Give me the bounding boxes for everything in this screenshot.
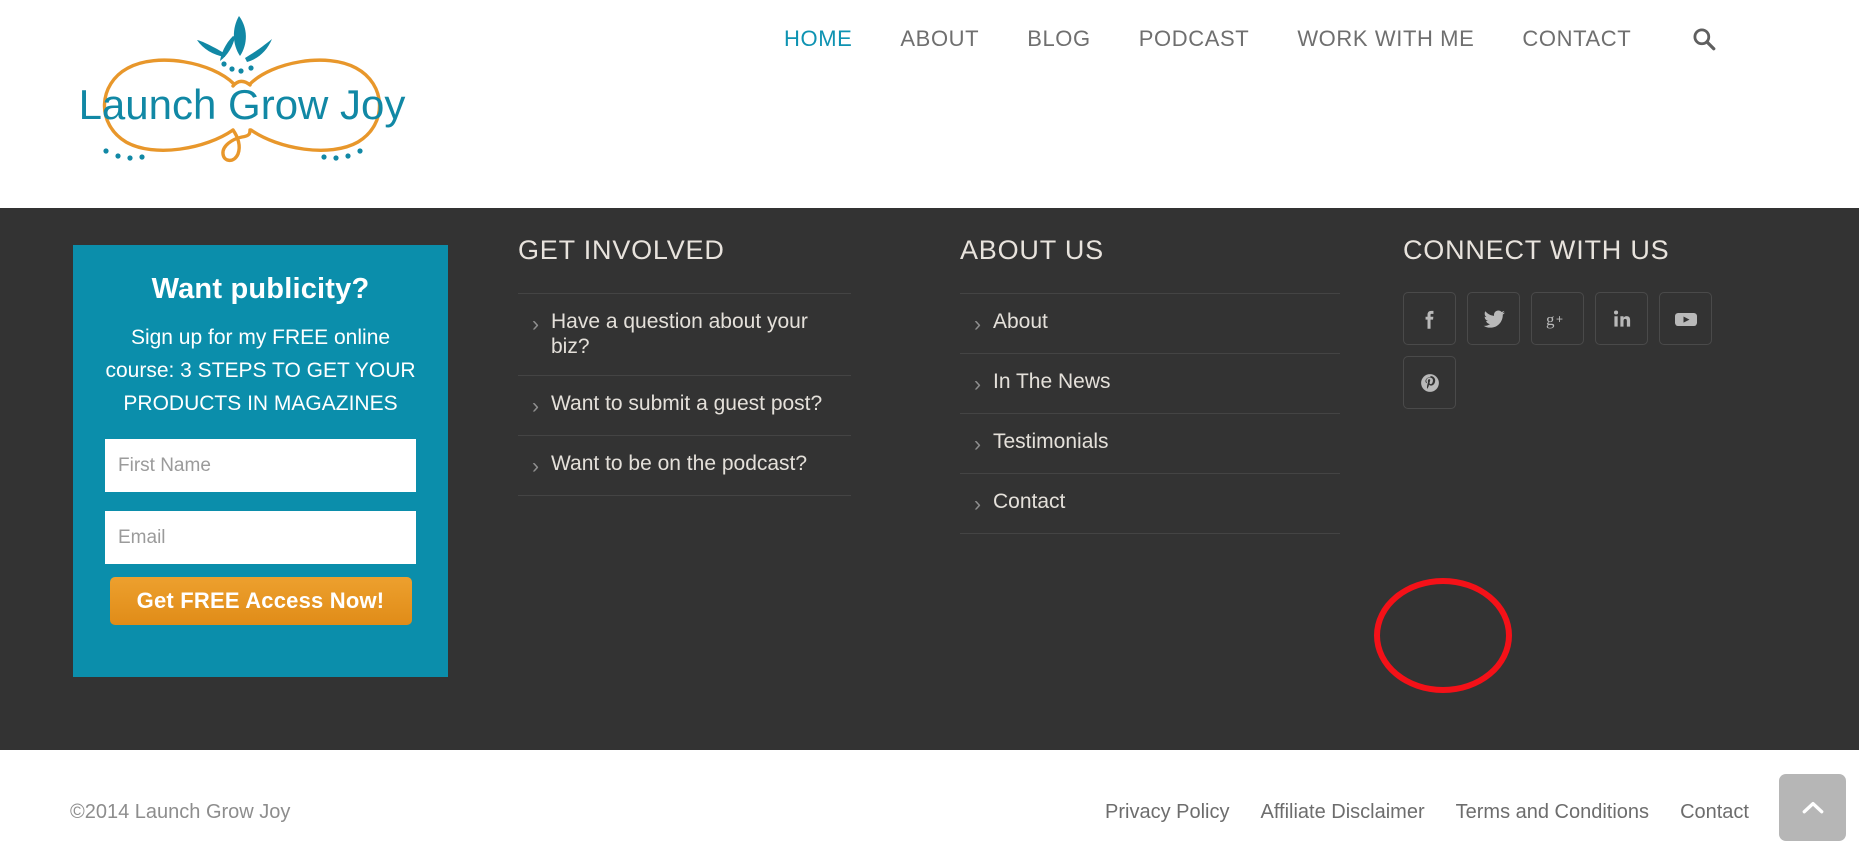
footer-link-guest-post[interactable]: › Want to submit a guest post?: [518, 376, 851, 435]
nav-item-about[interactable]: ABOUT: [876, 26, 1003, 52]
link-list: › Have a question about your biz? › Want…: [518, 293, 851, 496]
link-label: Contact: [993, 490, 1066, 513]
link-list: › About › In The News › Testimonials › C…: [960, 293, 1340, 534]
bottom-link-contact[interactable]: Contact: [1680, 801, 1749, 824]
column-heading: GET INVOLVED: [518, 235, 725, 265]
youtube-icon: [1674, 312, 1697, 326]
footer-link-in-the-news[interactable]: › In The News: [960, 354, 1340, 413]
search-button[interactable]: [1687, 22, 1721, 56]
leaf-cluster: [197, 16, 272, 62]
list-item: › Contact: [960, 473, 1340, 534]
svg-text:g: g: [1546, 310, 1555, 329]
social-link-pinterest[interactable]: [1403, 356, 1456, 409]
svg-text:+: +: [1556, 312, 1563, 326]
scroll-to-top-button[interactable]: [1779, 774, 1846, 841]
bottom-bar: ©2014 Launch Grow Joy Privacy Policy Aff…: [0, 750, 1859, 857]
nav-item-contact[interactable]: CONTACT: [1498, 26, 1655, 52]
site-logo[interactable]: Launch Grow Joy: [62, 6, 422, 191]
annotation-highlight-pinterest: [1374, 578, 1512, 693]
bottom-links: Privacy Policy Affiliate Disclaimer Term…: [1105, 801, 1749, 824]
chevron-right-icon: ›: [974, 313, 981, 336]
linkedin-icon: [1613, 309, 1630, 327]
pinterest-icon: [1420, 373, 1439, 392]
chevron-right-icon: ›: [532, 455, 539, 478]
list-item: › About: [960, 293, 1340, 353]
site-header: Launch Grow Joy HOME ABOUT BLOG PODCAST …: [0, 0, 1859, 208]
link-label: Want to be on the podcast?: [551, 452, 808, 475]
link-label: Want to submit a guest post?: [551, 392, 823, 415]
social-links: g +: [1403, 292, 1738, 409]
link-label: Have a question about your biz?: [551, 310, 808, 358]
nav-item-home[interactable]: HOME: [760, 26, 876, 52]
column-heading: ABOUT US: [960, 235, 1104, 265]
list-item: › Want to be on the podcast?: [518, 435, 851, 496]
optin-title: Want publicity?: [151, 273, 370, 305]
chevron-right-icon: ›: [532, 313, 539, 336]
social-link-youtube[interactable]: [1659, 292, 1712, 345]
nav-item-work-with-me[interactable]: WORK WITH ME: [1273, 26, 1498, 52]
bottom-link-terms-and-conditions[interactable]: Terms and Conditions: [1456, 801, 1649, 824]
chevron-right-icon: ›: [974, 433, 981, 456]
link-label: About: [993, 310, 1048, 333]
copyright-text: ©2014 Launch Grow Joy: [70, 801, 291, 823]
chevron-right-icon: ›: [532, 395, 539, 418]
chevron-up-icon: [1802, 801, 1823, 813]
footer-link-testimonials[interactable]: › Testimonials: [960, 414, 1340, 473]
list-item: › Want to submit a guest post?: [518, 375, 851, 435]
chevron-right-icon: ›: [974, 373, 981, 396]
social-link-twitter[interactable]: [1467, 292, 1520, 345]
main-navigation: HOME ABOUT BLOG PODCAST WORK WITH ME CON…: [760, 22, 1721, 56]
social-link-linkedin[interactable]: [1595, 292, 1648, 345]
footer-column-about-us: ABOUT US › About › In The News › Testimo…: [960, 235, 1340, 534]
optin-subtitle: Sign up for my FREE online course: 3 STE…: [105, 326, 416, 415]
footer-link-about[interactable]: › About: [960, 294, 1340, 353]
bottom-link-privacy-policy[interactable]: Privacy Policy: [1105, 801, 1229, 824]
social-link-facebook[interactable]: [1403, 292, 1456, 345]
list-item: › Testimonials: [960, 413, 1340, 473]
optin-box: Want publicity? Sign up for my FREE onli…: [73, 245, 448, 677]
list-item: › Have a question about your biz?: [518, 293, 851, 375]
column-heading: CONNECT WITH US: [1403, 235, 1670, 265]
get-free-access-button[interactable]: Get FREE Access Now!: [109, 577, 412, 625]
nav-item-blog[interactable]: BLOG: [1003, 26, 1115, 52]
logo-dots-top: [221, 61, 254, 74]
nav-item-podcast[interactable]: PODCAST: [1115, 26, 1274, 52]
footer-column-get-involved: GET INVOLVED › Have a question about you…: [518, 235, 851, 496]
footer-column-connect: CONNECT WITH US g +: [1403, 235, 1803, 409]
list-item: › In The News: [960, 353, 1340, 413]
first-name-field[interactable]: [105, 439, 416, 492]
bottom-link-affiliate-disclaimer[interactable]: Affiliate Disclaimer: [1261, 801, 1425, 824]
footer-link-podcast-guest[interactable]: › Want to be on the podcast?: [518, 436, 851, 495]
link-label: In The News: [993, 370, 1111, 393]
facebook-icon: [1425, 310, 1433, 329]
link-label: Testimonials: [993, 430, 1109, 453]
chevron-right-icon: ›: [974, 493, 981, 516]
logo-text: Launch Grow Joy: [79, 81, 406, 128]
search-icon: [1693, 28, 1716, 51]
twitter-icon: [1483, 310, 1505, 328]
social-link-google-plus[interactable]: g +: [1531, 292, 1584, 345]
google-plus-icon: g +: [1546, 310, 1563, 329]
footer-link-contact[interactable]: › Contact: [960, 474, 1340, 533]
email-field[interactable]: [105, 511, 416, 564]
footer-widget-area: Want publicity? Sign up for my FREE onli…: [0, 208, 1859, 750]
footer-link-have-a-question[interactable]: › Have a question about your biz?: [518, 294, 851, 375]
